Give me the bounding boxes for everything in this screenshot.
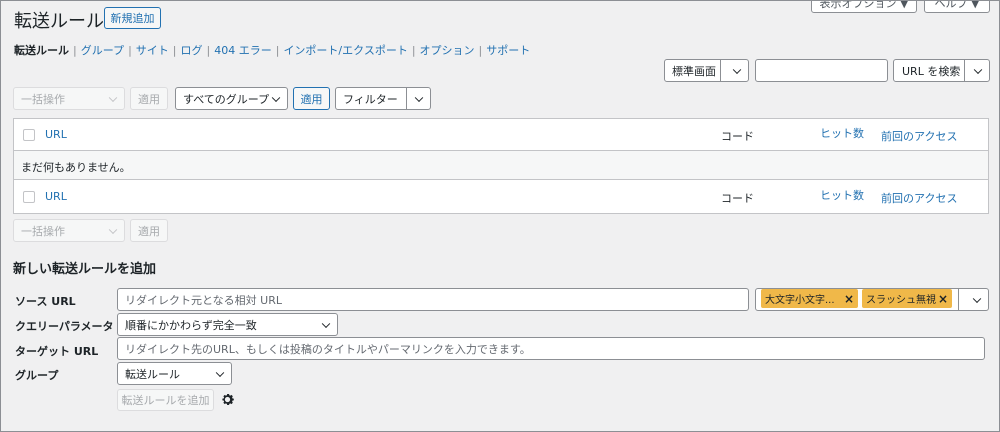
source-url-input[interactable]: リダイレクト元となる相対 URL bbox=[117, 288, 749, 311]
select-all-checkbox-footer[interactable] bbox=[23, 191, 35, 203]
column-url[interactable]: URL bbox=[45, 128, 67, 141]
remove-icon[interactable]: × bbox=[938, 292, 948, 306]
subnav-item-options[interactable]: オプション bbox=[420, 44, 475, 57]
column-hits[interactable]: ヒット数 bbox=[820, 125, 864, 141]
bulk-action-select-bottom[interactable]: 一括操作 bbox=[13, 219, 125, 242]
chevron-down-icon bbox=[732, 65, 742, 74]
flag-case-label: 大文字小文字... bbox=[765, 295, 835, 306]
search-button[interactable]: URL を検索 bbox=[893, 59, 990, 82]
target-url-label: ターゲット URL bbox=[15, 345, 99, 358]
flag-ignore-slash-tag: スラッシュ無視 × bbox=[862, 289, 952, 308]
empty-message: まだ何もありません。 bbox=[21, 161, 131, 174]
bulk-apply-button-bottom[interactable]: 適用 bbox=[130, 219, 168, 242]
column-last-access-footer[interactable]: 前回のアクセス bbox=[881, 190, 957, 206]
column-code-footer: コード bbox=[721, 192, 754, 205]
subnav-item-404[interactable]: 404 エラー bbox=[214, 44, 272, 57]
flag-case-insensitive-tag: 大文字小文字... × bbox=[761, 289, 858, 308]
search-input[interactable] bbox=[755, 59, 888, 82]
remove-icon[interactable]: × bbox=[844, 292, 854, 306]
select-all-checkbox[interactable] bbox=[23, 129, 35, 141]
search-mode-select[interactable]: 標準画面 bbox=[664, 59, 749, 82]
group-value: 転送ルール bbox=[125, 367, 180, 381]
help-button[interactable]: ヘルプ ▼ bbox=[924, 0, 990, 13]
gear-icon[interactable] bbox=[220, 392, 235, 407]
bulk-apply-button-top[interactable]: 適用 bbox=[130, 87, 168, 110]
subnav-item-redirects[interactable]: 転送ルール bbox=[14, 44, 69, 57]
group-apply-button[interactable]: 適用 bbox=[293, 87, 330, 110]
column-last-access[interactable]: 前回のアクセス bbox=[881, 128, 957, 144]
subnav-item-logs[interactable]: ログ bbox=[181, 44, 203, 57]
add-redirect-button[interactable]: 転送ルールを追加 bbox=[117, 389, 214, 411]
subnav-item-groups[interactable]: グループ bbox=[81, 44, 124, 57]
subnav-item-import-export[interactable]: インポート/エクスポート bbox=[283, 44, 407, 57]
column-code: コード bbox=[721, 130, 754, 143]
add-new-button[interactable]: 新規追加 bbox=[104, 7, 161, 29]
subnav: 転送ルール | グループ | サイト | ログ | 404 エラー | インポート/エクスポート | オ… bbox=[14, 44, 531, 57]
bulk-action-select-top[interactable]: 一括操作 bbox=[13, 87, 125, 110]
chevron-down-icon bbox=[271, 93, 281, 102]
chevron-down-icon bbox=[973, 65, 983, 74]
group-select[interactable]: 転送ルール bbox=[117, 362, 232, 385]
column-hits-footer[interactable]: ヒット数 bbox=[820, 187, 864, 203]
search-mode-value: 標準画面 bbox=[672, 64, 716, 78]
add-form-heading: 新しい転送ルールを追加 bbox=[13, 262, 157, 277]
chevron-down-icon bbox=[108, 225, 118, 234]
table-empty-row: まだ何もありません。 bbox=[14, 151, 988, 180]
source-url-label: ソース URL bbox=[15, 295, 76, 308]
screen-options-button[interactable]: 表示オプション ▼ bbox=[811, 0, 917, 13]
bulk-action-value: 一括操作 bbox=[21, 92, 65, 106]
page-title: 転送ルール bbox=[14, 11, 104, 32]
column-url-footer[interactable]: URL bbox=[45, 190, 67, 203]
subnav-item-support[interactable]: サポート bbox=[486, 44, 530, 57]
query-params-value: 順番にかかわらず完全一致 bbox=[125, 318, 257, 332]
chevron-down-icon bbox=[108, 93, 118, 102]
filter-value: フィルター bbox=[343, 92, 398, 106]
chevron-down-icon bbox=[972, 294, 982, 303]
subnav-item-sites[interactable]: サイト bbox=[136, 44, 169, 57]
group-filter-value: すべてのグループ bbox=[183, 92, 270, 106]
table-header-row: URL コード ヒット数 前回のアクセス bbox=[14, 119, 988, 151]
redirects-table: URL コード ヒット数 前回のアクセス まだ何もありません。 URL コード … bbox=[13, 118, 989, 214]
chevron-down-icon bbox=[414, 93, 424, 102]
query-params-label: クエリーパラメータ bbox=[15, 320, 114, 333]
query-params-select[interactable]: 順番にかかわらず完全一致 bbox=[117, 313, 338, 336]
group-filter-select[interactable]: すべてのグループ bbox=[175, 87, 288, 110]
bulk-action-value-bottom: 一括操作 bbox=[21, 224, 65, 238]
search-button-label: URL を検索 bbox=[902, 64, 961, 78]
flag-slash-label: スラッシュ無視 bbox=[866, 295, 936, 306]
filter-select[interactable]: フィルター bbox=[335, 87, 431, 110]
table-footer-row: URL コード ヒット数 前回のアクセス bbox=[14, 180, 988, 213]
group-label: グループ bbox=[15, 369, 59, 382]
chevron-down-icon bbox=[321, 319, 331, 328]
chevron-down-icon bbox=[215, 368, 225, 377]
target-url-input[interactable]: リダイレクト先のURL、もしくは投稿のタイトルやパーマリンクを入力できます。 bbox=[117, 337, 985, 360]
